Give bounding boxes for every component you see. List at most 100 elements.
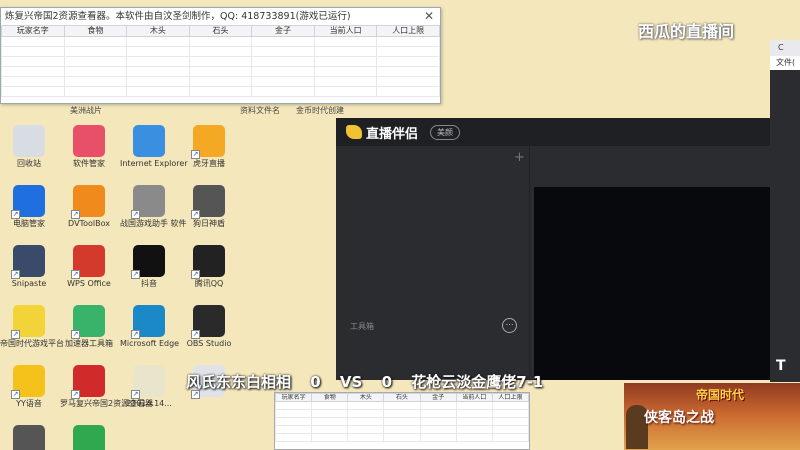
toolbox-label[interactable]: 工具箱 [350, 321, 374, 332]
desktop-icon-label: 金币时代创建 [296, 106, 344, 115]
shortcut-arrow-icon: ↗ [131, 390, 140, 399]
app-icon [13, 125, 45, 157]
column-header[interactable]: 石头 [188, 25, 253, 37]
desktop-icon[interactable]: Internet Explorer [120, 125, 188, 168]
shortcut-arrow-icon: ↗ [191, 330, 200, 339]
desktop-icon[interactable]: ↗ 23014.14... [120, 365, 178, 408]
desktop-icon[interactable]: ↗ 腾讯QQ [180, 245, 238, 288]
app-icon [133, 125, 165, 157]
desktop-icon[interactable]: ↗ Snipaste [0, 245, 58, 288]
desktop-icon-label: 虎牙直播 [193, 159, 225, 168]
app-icon: ↗ [131, 305, 165, 339]
desktop-icon[interactable]: ↗ DVToolBox [60, 185, 118, 228]
desktop-icon-label: 电脑管家 [13, 219, 45, 228]
live-companion-window[interactable]: 直播伴侣 美颜 + 工具箱 ⋯ [336, 118, 776, 380]
desktop-icon-label: 帝国时代游戏平台 [0, 339, 64, 348]
desktop-icon[interactable]: ↗ 电脑管家 [0, 185, 58, 228]
desktop-icon[interactable]: ↗ YY语音 [0, 365, 58, 408]
table-row[interactable] [1, 56, 440, 67]
desktop-icon[interactable]: ↗ OBS Studio [180, 305, 238, 348]
desktop-icon[interactable]: ↗ Microsoft Edge [120, 305, 179, 348]
table-row[interactable] [274, 409, 530, 418]
preview-canvas[interactable] [534, 187, 776, 380]
table-row[interactable] [274, 425, 530, 434]
app-icon: ↗ [11, 305, 45, 339]
column-header[interactable]: 人口上限 [491, 393, 530, 402]
shortcut-arrow-icon: ↗ [191, 210, 200, 219]
desktop-icon-label: 罗马复兴帝国2资源查看器 [60, 399, 154, 408]
score-right: 0 [381, 373, 393, 391]
shortcut-arrow-icon: ↗ [11, 270, 20, 279]
app-icon: ↗ [191, 185, 225, 219]
column-header[interactable]: 食物 [311, 393, 349, 402]
more-icon[interactable]: ⋯ [502, 318, 517, 333]
text-tool-icon[interactable]: T [776, 358, 786, 374]
desktop-icon[interactable]: ↗ 加速器工具箱 [60, 305, 118, 348]
shortcut-arrow-icon: ↗ [191, 150, 200, 159]
app-icon: ↗ [73, 425, 105, 450]
desktop-icon[interactable]: ↗ 罗马复兴帝国2资源查看器 [60, 365, 154, 408]
shortcut-arrow-icon: ↗ [11, 210, 20, 219]
table-row[interactable] [1, 46, 440, 57]
resource-table: 玩家名字 食物 木头 石头 金子 当前人口 人口上限 [1, 25, 440, 97]
desktop-icon-label: OBS Studio [186, 339, 232, 348]
score-left: 0 [310, 373, 321, 391]
scene-panel: + 工具箱 ⋯ [336, 146, 530, 380]
column-header[interactable]: 木头 [126, 25, 190, 37]
table-row[interactable] [1, 66, 440, 77]
column-header[interactable]: 金子 [419, 393, 457, 402]
desktop-icon[interactable]: ↗ WPS Office [60, 245, 118, 288]
column-header[interactable]: 木头 [347, 393, 385, 402]
shortcut-arrow-icon: ↗ [71, 210, 80, 219]
column-header[interactable]: 食物 [63, 25, 128, 37]
desktop-icon-label: 腾讯QQ [194, 279, 224, 288]
table-row[interactable] [1, 86, 440, 97]
stream-watermark: 西瓜的直播间 [638, 22, 735, 41]
game-ad-banner[interactable]: 帝国时代 侠客岛之战 [624, 383, 800, 450]
table-row[interactable] [274, 433, 530, 442]
desktop-icon-label: 加速器工具箱 [65, 339, 113, 348]
app-icon: ↗ [131, 185, 165, 219]
desktop-icon[interactable]: ↗ 虎牙直播 [180, 125, 238, 168]
desktop-icon-label: 回收站 [17, 159, 41, 168]
side-window[interactable]: C 文件( T [770, 40, 800, 382]
table-row[interactable] [1, 76, 440, 87]
shortcut-arrow-icon: ↗ [191, 270, 200, 279]
desktop-icon[interactable]: ↗ 战国游戏助手 软件 [120, 185, 187, 228]
column-header[interactable]: 当前人口 [455, 393, 493, 402]
player-right: 花枪云淡金鹰佬7-1 [411, 373, 544, 391]
desktop-icon-label: 23014.14... [126, 399, 172, 408]
desktop-icon[interactable]: ↗ 帝国时代游戏平台 [0, 305, 64, 348]
close-icon[interactable]: ✕ [424, 8, 434, 25]
desktop-icon[interactable]: ↗ [0, 425, 58, 450]
file-menu[interactable]: 文件( [770, 56, 800, 70]
column-header[interactable]: 金子 [251, 25, 315, 37]
shortcut-arrow-icon: ↗ [11, 330, 20, 339]
column-header[interactable]: 玩家名字 [274, 393, 313, 402]
desktop-icon[interactable]: ↗ 狗日神盾 [180, 185, 238, 228]
desktop-icon[interactable]: 软件管家 [60, 125, 118, 168]
desktop-icon[interactable]: ↗ 抖音 [120, 245, 178, 288]
table-row[interactable] [274, 417, 530, 426]
column-header[interactable]: 人口上限 [376, 25, 440, 37]
app-icon: ↗ [71, 305, 105, 339]
desktop-icon-label: 美洲战片 [70, 106, 102, 115]
desktop-icon-label: DVToolBox [68, 219, 110, 228]
desktop-icon[interactable]: 回收站 [0, 125, 58, 168]
desktop-icon-label: 战国游戏助手 软件 [120, 219, 187, 228]
resource-viewer-window[interactable]: 炼复兴帝国2资源查看器。本软件由自汶圣剑制作，QQ: 418733891(游戏已… [0, 7, 441, 104]
add-icon[interactable]: + [514, 150, 525, 165]
window-titlebar[interactable]: 炼复兴帝国2资源查看器。本软件由自汶圣剑制作，QQ: 418733891(游戏已… [1, 8, 440, 25]
desktop-icon[interactable]: ↗ [60, 425, 118, 450]
table-row[interactable] [1, 36, 440, 47]
mini-resource-window[interactable]: 玩家名字 食物 木头 石头 金子 当前人口 人口上限 [274, 392, 530, 450]
beauty-button[interactable]: 美颜 [430, 124, 461, 140]
shortcut-arrow-icon: ↗ [11, 390, 20, 399]
column-header[interactable]: 石头 [383, 393, 421, 402]
table-row[interactable] [274, 401, 530, 410]
app-icon: ↗ [13, 425, 45, 450]
desktop-icon-label: 资料文件名 [240, 106, 280, 115]
column-header[interactable]: 玩家名字 [1, 25, 65, 37]
shortcut-arrow-icon: ↗ [71, 270, 80, 279]
column-header[interactable]: 当前人口 [313, 25, 378, 37]
